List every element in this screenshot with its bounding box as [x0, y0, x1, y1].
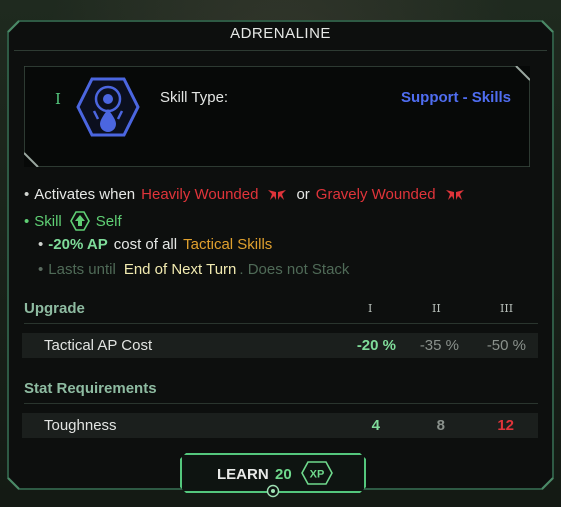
- ap-reduction-amount: -20% AP: [48, 236, 108, 253]
- learn-label: LEARN: [217, 466, 269, 483]
- skill-keyword: Skill: [34, 212, 62, 230]
- heavily-wounded-icon: [268, 189, 287, 200]
- skill-type-label: Skill Type:: [160, 89, 229, 106]
- self-target-label: Self: [95, 212, 122, 230]
- gravely-wounded-status[interactable]: Gravely Wounded: [316, 186, 436, 203]
- upgrade-row: Tactical AP Cost -20 % -35 % -50 %: [22, 333, 538, 358]
- xp-icon: XP: [301, 461, 333, 485]
- stat-requirement-row: Toughness 4 8 12: [22, 413, 538, 438]
- skill-tier-marker: I: [55, 90, 61, 108]
- skill-type-value: Support - Skills: [400, 89, 511, 106]
- requirement-value-tier-3: 12: [497, 417, 514, 434]
- stat-requirements-header: Stat Requirements: [24, 380, 538, 404]
- requirement-value-tier-2: 8: [436, 417, 445, 434]
- duration-prefix: Lasts until: [48, 261, 116, 278]
- bullet: •: [38, 236, 44, 253]
- tactical-skills-keyword[interactable]: Tactical Skills: [183, 236, 272, 253]
- title-divider: [14, 50, 547, 51]
- upgrade-row-name: Tactical AP Cost: [44, 337, 153, 354]
- heavily-wounded-status[interactable]: Heavily Wounded: [141, 186, 258, 203]
- bullet: •: [38, 261, 44, 278]
- activation-prefix: Activates when: [34, 186, 136, 203]
- effect-ap-line: • -20% AP cost of all Tactical Skills: [38, 236, 272, 253]
- upgrade-value-tier-3: -50 %: [486, 337, 526, 354]
- bullet: •: [24, 186, 30, 203]
- duration-suffix: . Does not Stack: [239, 261, 350, 278]
- activation-connector: or: [296, 186, 310, 203]
- xp-icon-label: XP: [310, 469, 325, 481]
- duration-value: End of Next Turn: [123, 261, 237, 278]
- self-target-icon: [69, 211, 90, 231]
- ap-reduction-text: cost of all: [113, 236, 178, 253]
- upgrade-value-tier-1: -20 %: [356, 337, 396, 354]
- upgrade-col-tier-2: II: [432, 302, 441, 315]
- adrenaline-drop-icon: [76, 75, 140, 144]
- upgrade-value-tier-2: -35 %: [419, 337, 459, 354]
- stat-requirement-name: Toughness: [44, 417, 117, 434]
- effect-activation-line: • Activates when Heavily Wounded or Grav…: [24, 186, 466, 203]
- learn-xp-cost: 20: [275, 466, 292, 483]
- upgrade-header: Upgrade: [24, 300, 538, 324]
- upgrade-col-tier-3: III: [500, 302, 514, 315]
- skill-title: ADRENALINE: [230, 25, 331, 42]
- effect-duration-line: • Lasts until End of Next Turn . Does no…: [38, 261, 349, 278]
- effect-target-line: • Skill Self: [24, 211, 122, 231]
- upgrade-col-tier-1: I: [368, 302, 373, 315]
- requirement-value-tier-1: 4: [371, 417, 380, 434]
- learn-button-indicator-icon: [266, 484, 280, 498]
- bullet: •: [24, 212, 30, 230]
- gravely-wounded-icon: [445, 189, 464, 200]
